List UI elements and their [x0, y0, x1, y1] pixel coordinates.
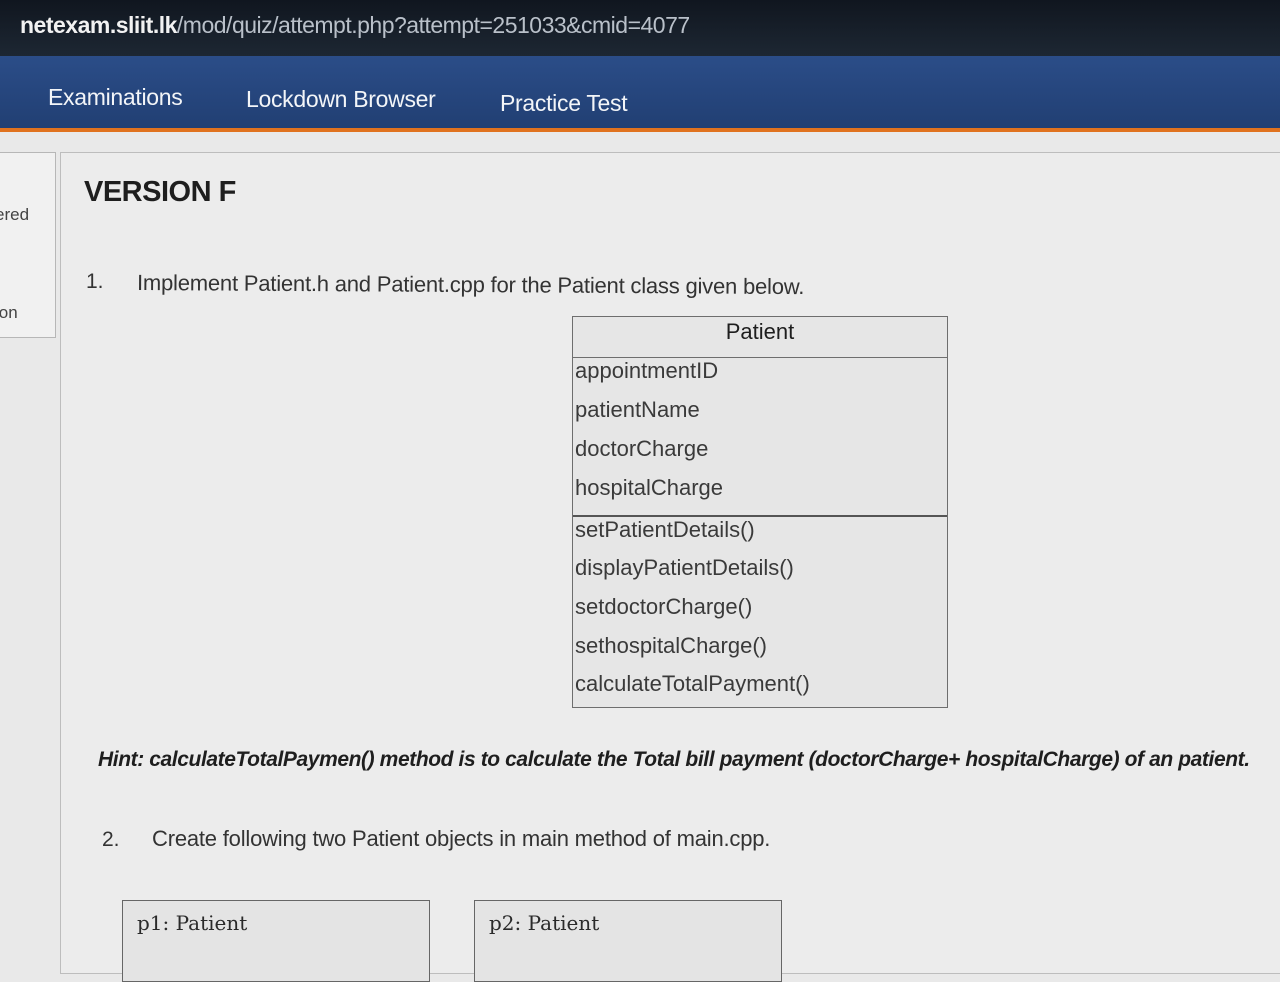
uml-method: setdoctorCharge(): [575, 594, 753, 619]
quiz-navigation-panel: ered f ion: [0, 152, 56, 338]
page-title: VERSION F: [84, 176, 236, 208]
question-2-text: Create following two Patient objects in …: [152, 826, 771, 851]
object-box-p2: p2: Patient: [474, 900, 782, 982]
nav-examinations[interactable]: Examinations: [48, 84, 183, 111]
url-path: /mod/quiz/attempt.php?attempt=251033&cmi…: [176, 12, 690, 38]
sidebar-text-question: ion: [0, 303, 18, 322]
uml-class-diagram: Patient appointmentID patientName doctor…: [572, 316, 948, 708]
address-bar[interactable]: netexam.sliit.lk/mod/quiz/attempt.php?at…: [0, 0, 1280, 56]
uml-method: setPatientDetails(): [575, 517, 755, 542]
url-text[interactable]: netexam.sliit.lk/mod/quiz/attempt.php?at…: [20, 12, 690, 39]
question-2-number: 2.: [102, 828, 120, 851]
uml-attributes-section: appointmentID patientName doctorCharge h…: [573, 358, 947, 517]
uml-method: sethospitalCharge(): [575, 633, 767, 658]
question-1-text: Implement Patient.h and Patient.cpp for …: [136, 270, 805, 300]
uml-method: displayPatientDetails(): [575, 555, 794, 580]
nav-lockdown-browser[interactable]: Lockdown Browser: [246, 86, 436, 113]
object-box-p1: p1: Patient: [122, 900, 430, 982]
hint-text: Hint: calculateTotalPaymen() method is t…: [98, 748, 1250, 771]
object-label-p1: p1: Patient: [137, 911, 248, 935]
uml-attribute: doctorCharge: [575, 436, 709, 461]
uml-class-name: Patient: [573, 317, 947, 358]
top-navbar: Examinations Lockdown Browser Practice T…: [0, 56, 1280, 132]
uml-methods-section: setPatientDetails() displayPatientDetail…: [573, 517, 947, 707]
sidebar-text-answered: ered: [0, 205, 30, 224]
object-label-p2: p2: Patient: [489, 911, 600, 935]
nav-practice-test[interactable]: Practice Test: [500, 90, 628, 117]
uml-attribute: patientName: [575, 397, 700, 422]
question-1-number: 1.: [86, 270, 104, 293]
url-domain: netexam.sliit.lk: [20, 12, 177, 38]
uml-method: calculateTotalPayment(): [575, 671, 810, 696]
uml-attribute: appointmentID: [575, 358, 719, 383]
uml-attribute: hospitalCharge: [575, 475, 723, 500]
